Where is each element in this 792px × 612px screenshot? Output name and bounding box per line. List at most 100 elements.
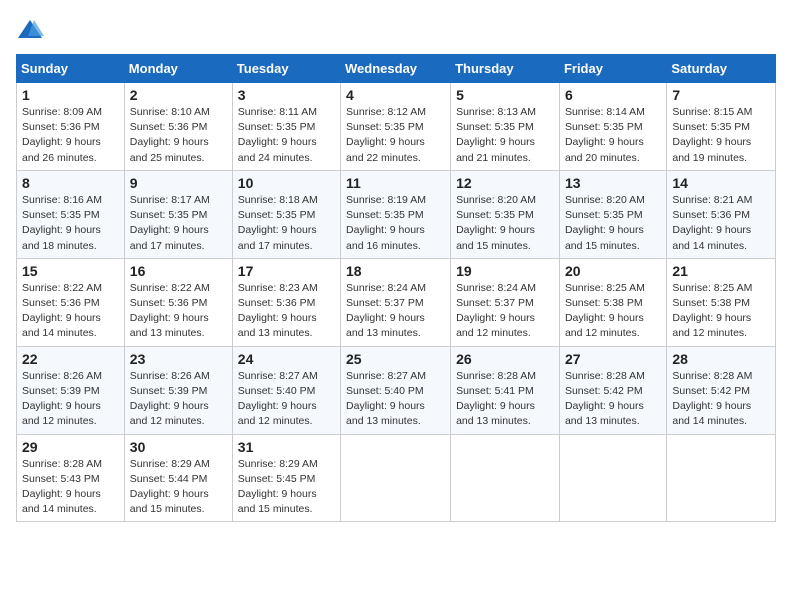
calendar-cell: 8 Sunrise: 8:16 AMSunset: 5:35 PMDayligh…	[17, 170, 125, 258]
day-number: 27	[565, 351, 661, 367]
day-number: 1	[22, 87, 119, 103]
day-number: 24	[238, 351, 335, 367]
calendar-cell: 30 Sunrise: 8:29 AMSunset: 5:44 PMDaylig…	[124, 434, 232, 522]
day-info: Sunrise: 8:28 AMSunset: 5:42 PMDaylight:…	[672, 369, 770, 430]
day-number: 12	[456, 175, 554, 191]
weekday-header-wednesday: Wednesday	[341, 55, 451, 83]
day-info: Sunrise: 8:29 AMSunset: 5:45 PMDaylight:…	[238, 457, 335, 518]
day-number: 19	[456, 263, 554, 279]
calendar-cell: 9 Sunrise: 8:17 AMSunset: 5:35 PMDayligh…	[124, 170, 232, 258]
day-info: Sunrise: 8:24 AMSunset: 5:37 PMDaylight:…	[456, 281, 554, 342]
logo	[16, 16, 48, 44]
day-info: Sunrise: 8:21 AMSunset: 5:36 PMDaylight:…	[672, 193, 770, 254]
day-info: Sunrise: 8:16 AMSunset: 5:35 PMDaylight:…	[22, 193, 119, 254]
day-number: 3	[238, 87, 335, 103]
calendar-cell: 23 Sunrise: 8:26 AMSunset: 5:39 PMDaylig…	[124, 346, 232, 434]
day-info: Sunrise: 8:22 AMSunset: 5:36 PMDaylight:…	[22, 281, 119, 342]
calendar-cell: 18 Sunrise: 8:24 AMSunset: 5:37 PMDaylig…	[341, 258, 451, 346]
calendar-cell: 6 Sunrise: 8:14 AMSunset: 5:35 PMDayligh…	[559, 83, 666, 171]
day-info: Sunrise: 8:24 AMSunset: 5:37 PMDaylight:…	[346, 281, 445, 342]
calendar-cell	[341, 434, 451, 522]
day-info: Sunrise: 8:25 AMSunset: 5:38 PMDaylight:…	[565, 281, 661, 342]
day-number: 31	[238, 439, 335, 455]
day-info: Sunrise: 8:20 AMSunset: 5:35 PMDaylight:…	[456, 193, 554, 254]
calendar-table: SundayMondayTuesdayWednesdayThursdayFrid…	[16, 54, 776, 522]
day-number: 13	[565, 175, 661, 191]
day-number: 16	[130, 263, 227, 279]
day-number: 25	[346, 351, 445, 367]
day-number: 30	[130, 439, 227, 455]
day-info: Sunrise: 8:10 AMSunset: 5:36 PMDaylight:…	[130, 105, 227, 166]
day-number: 7	[672, 87, 770, 103]
day-number: 2	[130, 87, 227, 103]
calendar-cell: 14 Sunrise: 8:21 AMSunset: 5:36 PMDaylig…	[667, 170, 776, 258]
weekday-header-friday: Friday	[559, 55, 666, 83]
day-info: Sunrise: 8:17 AMSunset: 5:35 PMDaylight:…	[130, 193, 227, 254]
day-info: Sunrise: 8:11 AMSunset: 5:35 PMDaylight:…	[238, 105, 335, 166]
calendar-header-row: SundayMondayTuesdayWednesdayThursdayFrid…	[17, 55, 776, 83]
calendar-cell: 17 Sunrise: 8:23 AMSunset: 5:36 PMDaylig…	[232, 258, 340, 346]
calendar-cell: 27 Sunrise: 8:28 AMSunset: 5:42 PMDaylig…	[559, 346, 666, 434]
calendar-cell: 25 Sunrise: 8:27 AMSunset: 5:40 PMDaylig…	[341, 346, 451, 434]
day-info: Sunrise: 8:29 AMSunset: 5:44 PMDaylight:…	[130, 457, 227, 518]
calendar-week-1: 1 Sunrise: 8:09 AMSunset: 5:36 PMDayligh…	[17, 83, 776, 171]
calendar-cell: 3 Sunrise: 8:11 AMSunset: 5:35 PMDayligh…	[232, 83, 340, 171]
calendar-cell: 16 Sunrise: 8:22 AMSunset: 5:36 PMDaylig…	[124, 258, 232, 346]
calendar-cell: 24 Sunrise: 8:27 AMSunset: 5:40 PMDaylig…	[232, 346, 340, 434]
day-info: Sunrise: 8:15 AMSunset: 5:35 PMDaylight:…	[672, 105, 770, 166]
calendar-cell	[451, 434, 560, 522]
weekday-header-saturday: Saturday	[667, 55, 776, 83]
day-number: 22	[22, 351, 119, 367]
day-info: Sunrise: 8:26 AMSunset: 5:39 PMDaylight:…	[130, 369, 227, 430]
day-info: Sunrise: 8:28 AMSunset: 5:42 PMDaylight:…	[565, 369, 661, 430]
day-info: Sunrise: 8:18 AMSunset: 5:35 PMDaylight:…	[238, 193, 335, 254]
calendar-cell: 19 Sunrise: 8:24 AMSunset: 5:37 PMDaylig…	[451, 258, 560, 346]
day-number: 10	[238, 175, 335, 191]
page-header	[16, 16, 776, 44]
day-number: 5	[456, 87, 554, 103]
day-number: 8	[22, 175, 119, 191]
day-number: 14	[672, 175, 770, 191]
calendar-cell: 10 Sunrise: 8:18 AMSunset: 5:35 PMDaylig…	[232, 170, 340, 258]
calendar-cell: 22 Sunrise: 8:26 AMSunset: 5:39 PMDaylig…	[17, 346, 125, 434]
day-info: Sunrise: 8:20 AMSunset: 5:35 PMDaylight:…	[565, 193, 661, 254]
day-number: 26	[456, 351, 554, 367]
calendar-cell: 13 Sunrise: 8:20 AMSunset: 5:35 PMDaylig…	[559, 170, 666, 258]
weekday-header-thursday: Thursday	[451, 55, 560, 83]
day-info: Sunrise: 8:28 AMSunset: 5:43 PMDaylight:…	[22, 457, 119, 518]
day-info: Sunrise: 8:09 AMSunset: 5:36 PMDaylight:…	[22, 105, 119, 166]
calendar-cell: 29 Sunrise: 8:28 AMSunset: 5:43 PMDaylig…	[17, 434, 125, 522]
day-info: Sunrise: 8:26 AMSunset: 5:39 PMDaylight:…	[22, 369, 119, 430]
calendar-body: 1 Sunrise: 8:09 AMSunset: 5:36 PMDayligh…	[17, 83, 776, 522]
day-number: 18	[346, 263, 445, 279]
day-info: Sunrise: 8:27 AMSunset: 5:40 PMDaylight:…	[238, 369, 335, 430]
calendar-cell	[559, 434, 666, 522]
day-info: Sunrise: 8:23 AMSunset: 5:36 PMDaylight:…	[238, 281, 335, 342]
weekday-header-sunday: Sunday	[17, 55, 125, 83]
day-number: 6	[565, 87, 661, 103]
day-number: 11	[346, 175, 445, 191]
calendar-cell: 26 Sunrise: 8:28 AMSunset: 5:41 PMDaylig…	[451, 346, 560, 434]
calendar-cell: 4 Sunrise: 8:12 AMSunset: 5:35 PMDayligh…	[341, 83, 451, 171]
day-info: Sunrise: 8:22 AMSunset: 5:36 PMDaylight:…	[130, 281, 227, 342]
day-number: 23	[130, 351, 227, 367]
calendar-cell	[667, 434, 776, 522]
day-info: Sunrise: 8:19 AMSunset: 5:35 PMDaylight:…	[346, 193, 445, 254]
day-number: 29	[22, 439, 119, 455]
calendar-cell: 20 Sunrise: 8:25 AMSunset: 5:38 PMDaylig…	[559, 258, 666, 346]
day-info: Sunrise: 8:28 AMSunset: 5:41 PMDaylight:…	[456, 369, 554, 430]
day-number: 28	[672, 351, 770, 367]
day-number: 17	[238, 263, 335, 279]
calendar-cell: 11 Sunrise: 8:19 AMSunset: 5:35 PMDaylig…	[341, 170, 451, 258]
calendar-cell: 7 Sunrise: 8:15 AMSunset: 5:35 PMDayligh…	[667, 83, 776, 171]
calendar-cell: 31 Sunrise: 8:29 AMSunset: 5:45 PMDaylig…	[232, 434, 340, 522]
weekday-header-tuesday: Tuesday	[232, 55, 340, 83]
day-info: Sunrise: 8:14 AMSunset: 5:35 PMDaylight:…	[565, 105, 661, 166]
day-number: 4	[346, 87, 445, 103]
weekday-header-monday: Monday	[124, 55, 232, 83]
calendar-cell: 2 Sunrise: 8:10 AMSunset: 5:36 PMDayligh…	[124, 83, 232, 171]
calendar-cell: 1 Sunrise: 8:09 AMSunset: 5:36 PMDayligh…	[17, 83, 125, 171]
calendar-week-5: 29 Sunrise: 8:28 AMSunset: 5:43 PMDaylig…	[17, 434, 776, 522]
calendar-cell: 15 Sunrise: 8:22 AMSunset: 5:36 PMDaylig…	[17, 258, 125, 346]
calendar-cell: 5 Sunrise: 8:13 AMSunset: 5:35 PMDayligh…	[451, 83, 560, 171]
